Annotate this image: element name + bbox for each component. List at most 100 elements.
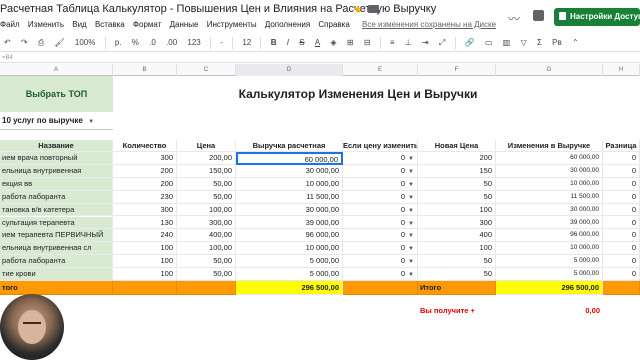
chevron-down-icon[interactable]: ▼ <box>408 246 414 252</box>
cell-qty[interactable]: 100 <box>113 242 177 256</box>
menu-data[interactable]: Данные <box>170 20 199 29</box>
cell-diff[interactable]: 0 <box>603 164 640 178</box>
cell-diff[interactable]: 0 <box>603 216 640 230</box>
total-change-cell[interactable] <box>343 281 418 295</box>
cell-name[interactable]: ием врача повторный <box>0 152 113 165</box>
text-color-button[interactable]: A <box>311 36 324 50</box>
cell-price[interactable]: 150,00 <box>177 164 236 178</box>
cell-revenue[interactable]: 5 000,00 <box>236 255 343 269</box>
bold-button[interactable]: B <box>267 36 281 50</box>
menu-addons[interactable]: Дополнения <box>265 20 310 29</box>
cell-revenue-change[interactable]: 10 000,00 <box>496 242 603 256</box>
chevron-down-icon[interactable]: ▼ <box>88 119 94 125</box>
menu-view[interactable]: Вид <box>72 20 86 29</box>
increase-decimals-button[interactable]: .00 <box>162 36 181 50</box>
cell-revenue-change[interactable]: 39 000,00 <box>496 216 603 230</box>
cell-diff[interactable]: 0 <box>603 190 640 204</box>
cell-revenue[interactable]: 10 000,00 <box>236 177 343 191</box>
total-label-2[interactable]: Итого <box>418 281 496 295</box>
cell-new-price[interactable]: 50 <box>418 255 496 269</box>
comments-icon[interactable] <box>533 10 544 21</box>
menu-tools[interactable]: Инструменты <box>207 20 257 29</box>
header-price[interactable]: Цена <box>177 140 236 152</box>
cell-price[interactable]: 50,00 <box>177 177 236 191</box>
folder-icon[interactable] <box>368 5 379 13</box>
cell-price-change[interactable]: 0 ▼ <box>343 242 418 256</box>
filter-icon[interactable]: ▽ <box>517 36 531 50</box>
paint-format-icon[interactable]: 🖌 <box>51 36 69 50</box>
cell-revenue-change[interactable]: 5 000,00 <box>496 268 603 281</box>
cell-name[interactable]: ием терапевта ПЕРВИЧНЫЙ <box>0 229 113 243</box>
header-if-change[interactable]: Если цену изменить <box>343 140 418 152</box>
column-header-e[interactable]: E <box>343 64 418 76</box>
header-new-price[interactable]: Новая Цена <box>418 140 496 152</box>
italic-button[interactable]: I <box>283 36 293 50</box>
strikethrough-button[interactable]: S <box>295 36 308 50</box>
cell-qty[interactable]: 300 <box>113 203 177 217</box>
cell-qty[interactable]: 100 <box>113 255 177 269</box>
cell-price[interactable]: 400,00 <box>177 229 236 243</box>
total-label[interactable]: того <box>0 281 113 295</box>
cell-price[interactable]: 200,00 <box>177 152 236 165</box>
insert-comment-icon[interactable]: ▭ <box>481 36 497 50</box>
cell-new-price[interactable]: 100 <box>418 242 496 256</box>
formula-bar[interactable]: =B4 <box>0 53 640 63</box>
header-revenue-change[interactable]: Изменения в Выручке <box>496 140 603 152</box>
cell-price-change[interactable]: 0 ▼ <box>343 203 418 217</box>
cell-qty[interactable]: 100 <box>113 268 177 281</box>
cell-revenue-change[interactable]: 96 000,00 <box>496 229 603 243</box>
borders-icon[interactable]: ⊞ <box>343 36 358 50</box>
menu-format[interactable]: Формат <box>133 20 161 29</box>
cell-price-change[interactable]: 0 ▼ <box>343 152 418 165</box>
cell-new-price[interactable]: 100 <box>418 203 496 217</box>
header-qty[interactable]: Количество <box>113 140 177 152</box>
cell-new-price[interactable]: 300 <box>418 216 496 230</box>
chevron-down-icon[interactable]: ▼ <box>408 195 414 201</box>
cell-revenue-change[interactable]: 30 000,00 <box>496 203 603 217</box>
cell-price[interactable]: 50,00 <box>177 255 236 269</box>
cell-diff[interactable]: 0 <box>603 229 640 243</box>
functions-button[interactable]: Σ <box>533 36 546 50</box>
cell-diff[interactable]: 0 <box>603 152 640 165</box>
redo-icon[interactable]: ↷ <box>17 36 32 50</box>
cell-diff[interactable]: 0 <box>603 268 640 281</box>
cell-revenue[interactable]: 30 000,00 <box>236 203 343 217</box>
cell-price[interactable]: 100,00 <box>177 242 236 256</box>
text-rotate-icon[interactable]: ⤢ <box>435 36 449 50</box>
cell-revenue-change[interactable]: 10 000,00 <box>496 177 603 191</box>
undo-icon[interactable]: ↶ <box>0 36 15 50</box>
chevron-down-icon[interactable]: ▼ <box>408 272 414 278</box>
cell-revenue[interactable]: 39 000,00 <box>236 216 343 230</box>
cell-price-change[interactable]: 0 ▼ <box>343 190 418 204</box>
cell-qty[interactable]: 130 <box>113 216 177 230</box>
cell-price-change[interactable]: 0 ▼ <box>343 216 418 230</box>
cell-qty[interactable]: 240 <box>113 229 177 243</box>
cell-diff[interactable]: 0 <box>603 177 640 191</box>
header-name[interactable]: Название <box>0 140 113 152</box>
saved-status-link[interactable]: Все изменения сохранены на Диске <box>362 20 496 29</box>
cell-name[interactable]: тановка в/в катетера <box>0 203 113 217</box>
align-left-icon[interactable]: ≡ <box>386 36 399 50</box>
cell-price[interactable]: 50,00 <box>177 268 236 281</box>
percent-format-button[interactable]: % <box>128 36 143 50</box>
cell-price-change[interactable]: 0 ▼ <box>343 229 418 243</box>
cell-price-change[interactable]: 0 ▼ <box>343 164 418 178</box>
cell-new-price[interactable]: 50 <box>418 268 496 281</box>
chevron-down-icon[interactable]: ▼ <box>408 233 414 239</box>
column-header-g[interactable]: G <box>496 64 603 76</box>
chevron-down-icon[interactable]: ▼ <box>408 208 414 214</box>
cell-diff[interactable]: 0 <box>603 255 640 269</box>
cell-price[interactable]: 300,00 <box>177 216 236 230</box>
chevron-down-icon[interactable]: ▼ <box>408 169 414 175</box>
cell-new-price[interactable]: 150 <box>418 164 496 178</box>
cell-revenue[interactable]: 30 000,00 <box>236 164 343 178</box>
cell-diff[interactable]: 0 <box>603 203 640 217</box>
cell-price[interactable]: 100,00 <box>177 203 236 217</box>
menu-help[interactable]: Справка <box>318 20 349 29</box>
cell-revenue-change[interactable]: 30 000,00 <box>496 164 603 178</box>
print-icon[interactable]: ⎙ <box>34 36 48 50</box>
cell-qty[interactable]: 200 <box>113 164 177 178</box>
top-services-dropdown[interactable]: 10 услуг по выручке ▼ <box>0 112 113 130</box>
fill-color-icon[interactable]: ◈ <box>326 36 340 50</box>
insert-link-icon[interactable]: 🔗 <box>461 36 479 50</box>
